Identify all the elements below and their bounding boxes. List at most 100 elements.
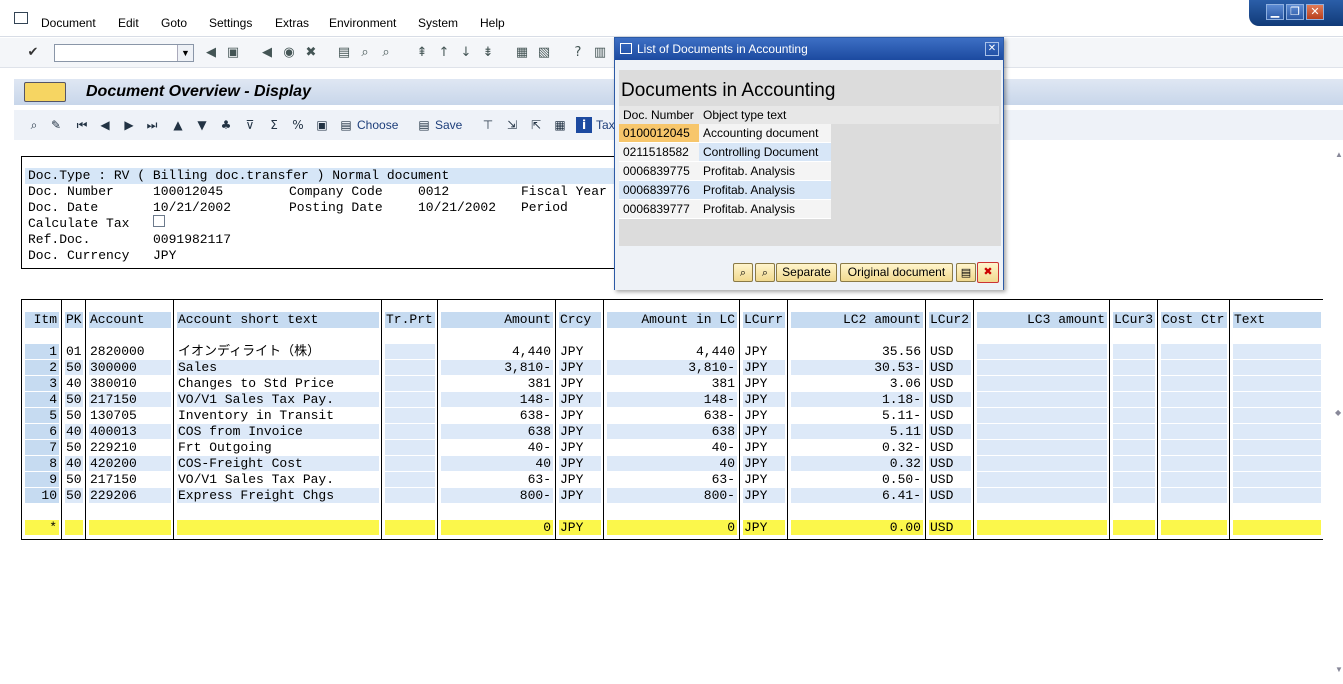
cell-lcur2[interactable]: USD — [929, 344, 971, 359]
cell-lcurr[interactable]: JPY — [743, 472, 785, 487]
grid-header-pk[interactable]: PK — [65, 312, 83, 328]
cell-lcurr[interactable]: JPY — [743, 424, 785, 439]
cell-costctr[interactable] — [1161, 488, 1227, 503]
cell-amount[interactable]: 40 — [441, 456, 553, 471]
menu-extras[interactable]: Extras — [275, 16, 309, 30]
cell-lcur3[interactable] — [1113, 472, 1155, 487]
cell-itm[interactable]: 5 — [25, 408, 59, 423]
enter-icon[interactable]: ✔ — [25, 45, 41, 61]
cell-gtext[interactable] — [1233, 472, 1321, 487]
screen-menu-icon[interactable] — [24, 82, 66, 102]
cell-costctr[interactable] — [1161, 408, 1227, 423]
close-window-button[interactable]: ✕ — [1306, 4, 1324, 20]
cell-amount_lc[interactable]: 40- — [607, 440, 737, 455]
cell-amount[interactable]: 40- — [441, 440, 553, 455]
cell-lcurr[interactable]: JPY — [743, 488, 785, 503]
command-field[interactable]: ▼ — [54, 44, 194, 62]
cell-lc2[interactable]: 0.50- — [791, 472, 923, 487]
grid-header-amount_lc[interactable]: Amount in LC — [607, 312, 737, 328]
cell-account[interactable]: 130705 — [89, 408, 171, 423]
grid-header-amount[interactable]: Amount — [441, 312, 553, 328]
sort-descending-icon[interactable]: ▼ — [194, 117, 210, 133]
cell-account[interactable]: 380010 — [89, 376, 171, 391]
cell-costctr[interactable] — [1161, 392, 1227, 407]
menu-goto[interactable]: Goto — [161, 16, 187, 30]
cell-gtext[interactable] — [1233, 376, 1321, 391]
cell-amount[interactable]: 638- — [441, 408, 553, 423]
export-icon[interactable]: ⇲ — [504, 117, 520, 133]
cell-costctr[interactable] — [1161, 456, 1227, 471]
cell-lcur3[interactable] — [1113, 408, 1155, 423]
doc-number-cell[interactable]: 0211518582 — [619, 143, 699, 162]
find-icon[interactable]: ♣ — [218, 117, 234, 133]
cell-lcurr[interactable]: JPY — [743, 408, 785, 423]
cell-lc3[interactable] — [977, 360, 1107, 375]
cell-pk[interactable]: 50 — [65, 360, 83, 375]
cell-lcur2[interactable]: USD — [929, 392, 971, 407]
cell-lcur3[interactable] — [1113, 392, 1155, 407]
object-type-cell[interactable]: Accounting document — [699, 124, 831, 143]
cell-text[interactable]: イオンディライト（株） — [177, 344, 379, 359]
cell-lc3[interactable] — [977, 376, 1107, 391]
cell-lc2[interactable]: 1.18- — [791, 392, 923, 407]
cell-crcy[interactable]: JPY — [559, 360, 601, 375]
cell-lc2[interactable]: 5.11 — [791, 424, 923, 439]
menu-edit[interactable]: Edit — [118, 16, 139, 30]
cell-amount_lc[interactable]: 3,810- — [607, 360, 737, 375]
menu-environment[interactable]: Environment — [329, 16, 396, 30]
cell-text[interactable]: COS-Freight Cost — [177, 456, 379, 471]
cell-text[interactable]: Changes to Std Price — [177, 376, 379, 391]
cell-trprt[interactable] — [385, 424, 435, 439]
exit-icon[interactable]: ◉ — [281, 45, 297, 61]
cell-lcur2[interactable]: USD — [929, 376, 971, 391]
choose-button[interactable]: Choose — [357, 118, 398, 132]
cell-lcur2[interactable]: USD — [929, 408, 971, 423]
cell-account[interactable]: 229206 — [89, 488, 171, 503]
menu-settings[interactable]: Settings — [209, 16, 252, 30]
cell-lcurr[interactable]: JPY — [743, 376, 785, 391]
cell-costctr[interactable] — [1161, 424, 1227, 439]
cell-gtext[interactable] — [1233, 440, 1321, 455]
zoom-in-icon[interactable]: ⌕ — [733, 263, 753, 282]
cell-trprt[interactable] — [385, 392, 435, 407]
cell-trprt[interactable] — [385, 376, 435, 391]
cell-crcy[interactable]: JPY — [559, 344, 601, 359]
restore-button[interactable]: ❐ — [1286, 4, 1304, 20]
grid-header-crcy[interactable]: Crcy — [559, 312, 601, 328]
shortcut-icon[interactable]: ▧ — [536, 45, 552, 61]
cell-lc3[interactable] — [977, 408, 1107, 423]
cell-lc2[interactable]: 0.32- — [791, 440, 923, 455]
cell-amount[interactable]: 638 — [441, 424, 553, 439]
cell-itm[interactable]: 1 — [25, 344, 59, 359]
cell-costctr[interactable] — [1161, 344, 1227, 359]
doc-number-cell[interactable]: 0006839776 — [619, 181, 699, 200]
first-page-icon[interactable]: ⇞ — [414, 45, 430, 61]
doc-number-cell[interactable]: 0100012045 — [619, 124, 699, 143]
grid-header-costctr[interactable]: Cost Ctr — [1161, 312, 1227, 328]
cell-account[interactable]: 229210 — [89, 440, 171, 455]
subtotal-icon[interactable]: % — [290, 117, 306, 133]
cell-lcur3[interactable] — [1113, 488, 1155, 503]
edit-pencil-icon[interactable]: ✎ — [48, 117, 64, 133]
cell-gtext[interactable] — [1233, 456, 1321, 471]
cell-pk[interactable]: 40 — [65, 376, 83, 391]
cell-lcur3[interactable] — [1113, 376, 1155, 391]
back-arrow-icon[interactable]: ◀ — [203, 45, 219, 61]
chevron-down-icon[interactable]: ▼ — [177, 45, 193, 61]
cell-amount[interactable]: 381 — [441, 376, 553, 391]
cell-text[interactable]: VO/V1 Sales Tax Pay. — [177, 392, 379, 407]
cancel-icon[interactable]: ✖ — [977, 262, 999, 283]
cell-amount_lc[interactable]: 381 — [607, 376, 737, 391]
cell-crcy[interactable]: JPY — [559, 408, 601, 423]
cell-text[interactable]: COS from Invoice — [177, 424, 379, 439]
cell-gtext[interactable] — [1233, 408, 1321, 423]
cell-lc2[interactable]: 35.56 — [791, 344, 923, 359]
cell-account[interactable]: 400013 — [89, 424, 171, 439]
calculate-tax-checkbox[interactable] — [153, 215, 165, 227]
cell-amount[interactable]: 148- — [441, 392, 553, 407]
save-button[interactable]: Save — [435, 118, 462, 132]
cell-lcurr[interactable]: JPY — [743, 360, 785, 375]
cell-lcur3[interactable] — [1113, 440, 1155, 455]
cell-crcy[interactable]: JPY — [559, 440, 601, 455]
cell-trprt[interactable] — [385, 440, 435, 455]
